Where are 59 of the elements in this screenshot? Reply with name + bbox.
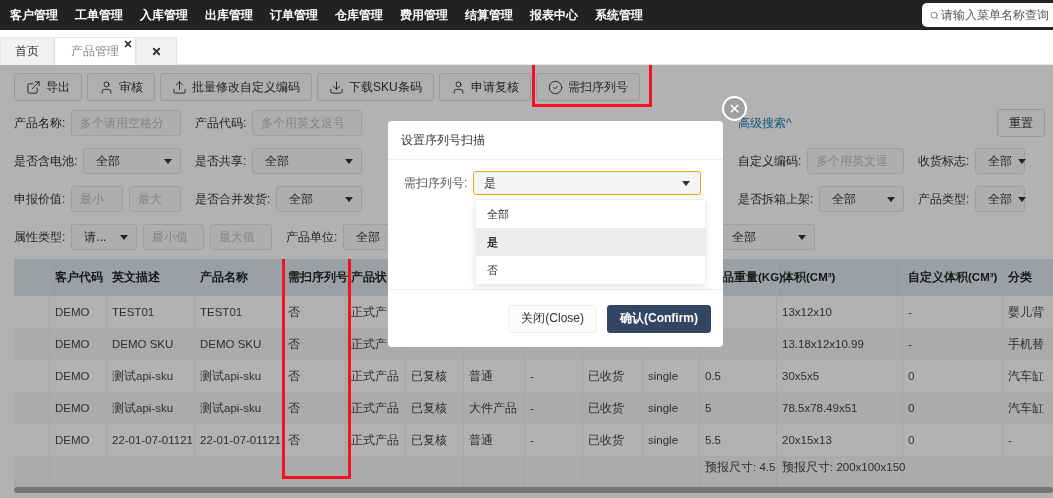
toolbar-button[interactable]: 审核 [87,73,155,101]
user-icon [99,79,114,95]
field-label: 是否拆箱上架: [738,190,814,208]
nav-item[interactable]: 仓库管理 [335,6,383,24]
select-field[interactable]: 全部 [819,186,904,212]
nav-item[interactable]: 入库管理 [140,6,188,24]
search-field[interactable]: 请输入菜单名称查询 [922,3,1053,27]
nav-item[interactable]: 出库管理 [205,6,253,24]
toolbar-button[interactable]: 下载SKU条码 [317,73,434,101]
field-label: 需扫序列号: [404,174,468,192]
nav-item[interactable]: 订单管理 [270,6,318,24]
toolbar-button[interactable]: 批量修改自定义编码 [160,73,312,101]
select-field[interactable]: 全部 [252,148,362,174]
close-icon[interactable] [123,39,133,49]
dialog-title: 设置序列号扫描 [388,121,723,160]
dropdown-option[interactable]: 全部 [476,200,705,228]
select-field[interactable]: 是 [473,171,702,195]
nav-item[interactable]: 系统管理 [595,6,643,24]
nav-item[interactable]: 报表中心 [530,6,578,24]
close-all-tab[interactable] [136,37,177,65]
field-label: 产品名称: [14,114,66,132]
field-label: 是否合并发货: [195,190,271,208]
field-label: 是否含电池: [14,152,78,170]
field-label: 是否共享: [195,152,247,170]
select-field[interactable]: 全部 [83,148,181,174]
toolbar-button[interactable]: 需扫序列号 [535,73,640,101]
select-field[interactable]: 全部 [975,148,1025,174]
field-label: 收货标志: [918,152,970,170]
field-label: 产品类型: [918,190,970,208]
nav-item[interactable]: 客户管理 [10,6,58,24]
field-label: 属性类型: [14,228,66,246]
confirm-button[interactable]: 确认(Confirm) [607,304,711,333]
field-label: 产品单位: [286,228,338,246]
toolbar-button[interactable]: 导出 [14,73,82,101]
advanced-search-link[interactable]: 高级搜索^ [738,114,997,132]
close-button[interactable]: 关闭(Close) [508,304,597,333]
close-icon [728,102,741,115]
download-icon [329,79,344,95]
select-field[interactable]: 全部 [276,186,362,212]
close-icon [151,46,162,57]
nav-item[interactable]: 工单管理 [75,6,123,24]
tab[interactable]: 产品管理 [54,37,136,65]
nav-item[interactable]: 费用管理 [400,6,448,24]
tab[interactable]: 首页 [0,37,54,65]
field-label: 申报价值: [14,190,66,208]
share-icon [26,79,41,95]
field-label: 产品代码: [195,114,247,132]
scrollbar[interactable] [14,487,1053,493]
check-circle-icon [547,79,563,95]
dropdown-option[interactable]: 否 [476,256,705,284]
upload-icon [172,79,187,95]
user-icon [450,79,466,95]
nav-item[interactable]: 结算管理 [465,6,513,24]
field-label: 自定义编码: [738,152,802,170]
dropdown-option[interactable]: 是 [476,228,705,256]
select-field[interactable]: 全部 [975,186,1025,212]
select-field[interactable]: 请... [71,224,137,250]
reset-button[interactable]: 重置 [997,109,1045,137]
toolbar-button[interactable]: 申请复核 [438,73,531,101]
